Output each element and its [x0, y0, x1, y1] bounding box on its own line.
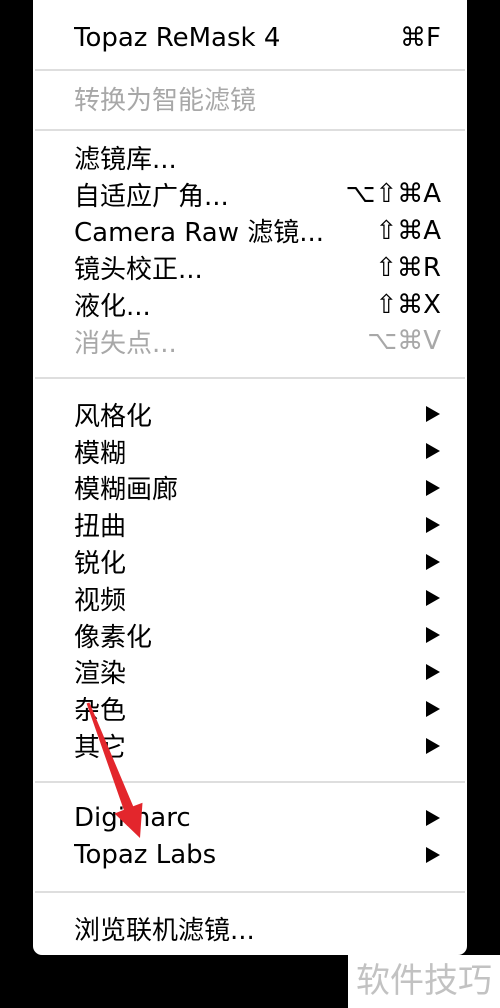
menu-item-shortcut: ⌘F — [400, 23, 441, 54]
submenu-arrow-icon — [426, 700, 440, 717]
submenu-arrow-icon — [426, 663, 440, 680]
menu-item-video[interactable]: 视频 — [33, 580, 467, 617]
menu-separator — [33, 360, 467, 396]
menu-item-label: 扭曲 — [74, 512, 127, 543]
menu-item-stylize[interactable]: 风格化 — [33, 396, 467, 433]
menu-item-browse-filters-online[interactable]: 浏览联机滤镜... — [33, 910, 467, 947]
menu-item-lens-correction[interactable]: 镜头校正... ⇧⌘R — [33, 249, 467, 286]
menu-separator — [33, 764, 467, 800]
menu-separator — [33, 57, 467, 80]
menu-item-adaptive-wide-angle[interactable]: 自适应广角... ⌥⇧⌘A — [33, 176, 467, 213]
menu-item-shortcut: ⇧⌘X — [375, 289, 441, 320]
menu-item-topaz-remask-4[interactable]: Topaz ReMask 4 ⌘F — [33, 20, 467, 57]
menu-item-digimarc[interactable]: Digimarc — [33, 800, 467, 837]
watermark: 软件技巧 — [348, 955, 500, 1008]
submenu-arrow-icon — [426, 810, 440, 827]
menu-item-label: Topaz ReMask 4 — [74, 23, 281, 54]
menu-item-label: 锐化 — [74, 549, 127, 580]
menu-item-label: 渲染 — [74, 659, 127, 690]
menu-item-label: 滤镜库... — [74, 144, 177, 175]
menu-item-label: 转换为智能滤镜 — [74, 85, 257, 116]
menu-item-shortcut: ⌥⌘V — [367, 326, 441, 357]
submenu-arrow-icon — [426, 479, 440, 496]
menu-separator — [33, 117, 467, 139]
menu-item-label: 像素化 — [74, 622, 153, 653]
menu-item-label: Digimarc — [74, 803, 191, 834]
submenu-arrow-icon — [426, 737, 440, 754]
menu-item-label: 浏览联机滤镜... — [74, 915, 255, 946]
menu-item-shortcut: ⌥⇧⌘A — [345, 179, 441, 210]
menu-item-topaz-labs[interactable]: Topaz Labs — [33, 837, 467, 874]
menu-item-convert-to-smart-filters: 转换为智能滤镜 — [33, 80, 467, 117]
menu-item-pixelate[interactable]: 像素化 — [33, 617, 467, 654]
submenu-arrow-icon — [426, 627, 440, 644]
menu-item-label: 杂色 — [74, 696, 127, 727]
menu-item-label: 镜头校正... — [74, 255, 203, 286]
menu-item-camera-raw-filter[interactable]: Camera Raw 滤镜... ⇧⌘A — [33, 213, 467, 250]
submenu-arrow-icon — [426, 847, 440, 864]
submenu-arrow-icon — [426, 553, 440, 570]
menu-item-label: 视频 — [74, 585, 127, 616]
submenu-arrow-icon — [426, 516, 440, 533]
menu-item-shortcut: ⇧⌘A — [375, 215, 441, 246]
menu-item-shortcut: ⇧⌘R — [375, 252, 441, 283]
menu-item-label: Topaz Labs — [74, 840, 217, 871]
submenu-arrow-icon — [426, 443, 440, 460]
menu-item-vanishing-point: 消失点... ⌥⌘V — [33, 323, 467, 360]
menu-item-label: Camera Raw 滤镜... — [74, 218, 325, 249]
menu-item-blur-gallery[interactable]: 模糊画廊 — [33, 470, 467, 507]
submenu-arrow-icon — [426, 406, 440, 423]
menu-item-noise[interactable]: 杂色 — [33, 690, 467, 727]
menu-item-blur[interactable]: 模糊 — [33, 433, 467, 470]
menu-item-filter-gallery[interactable]: 滤镜库... — [33, 139, 467, 176]
menu-item-liquify[interactable]: 液化... ⇧⌘X — [33, 286, 467, 323]
submenu-arrow-icon — [426, 590, 440, 607]
menu-item-sharpen[interactable]: 锐化 — [33, 543, 467, 580]
menu-item-other[interactable]: 其它 — [33, 727, 467, 764]
menu-item-label: 其它 — [74, 733, 127, 764]
menu-item-distort[interactable]: 扭曲 — [33, 506, 467, 543]
menu-item-render[interactable]: 渲染 — [33, 654, 467, 691]
menu-item-label: 模糊画廊 — [74, 475, 179, 506]
menu-item-label: 模糊 — [74, 438, 127, 469]
menu-separator — [33, 874, 467, 910]
menu-item-label: 消失点... — [74, 328, 177, 359]
menu-item-label: 风格化 — [74, 401, 153, 432]
menu-item-label: 液化... — [74, 292, 151, 323]
menu-item-label: 自适应广角... — [74, 181, 229, 212]
filter-menu: Topaz ReMask 4 ⌘F 转换为智能滤镜 滤镜库... 自适应广角..… — [33, 0, 467, 955]
